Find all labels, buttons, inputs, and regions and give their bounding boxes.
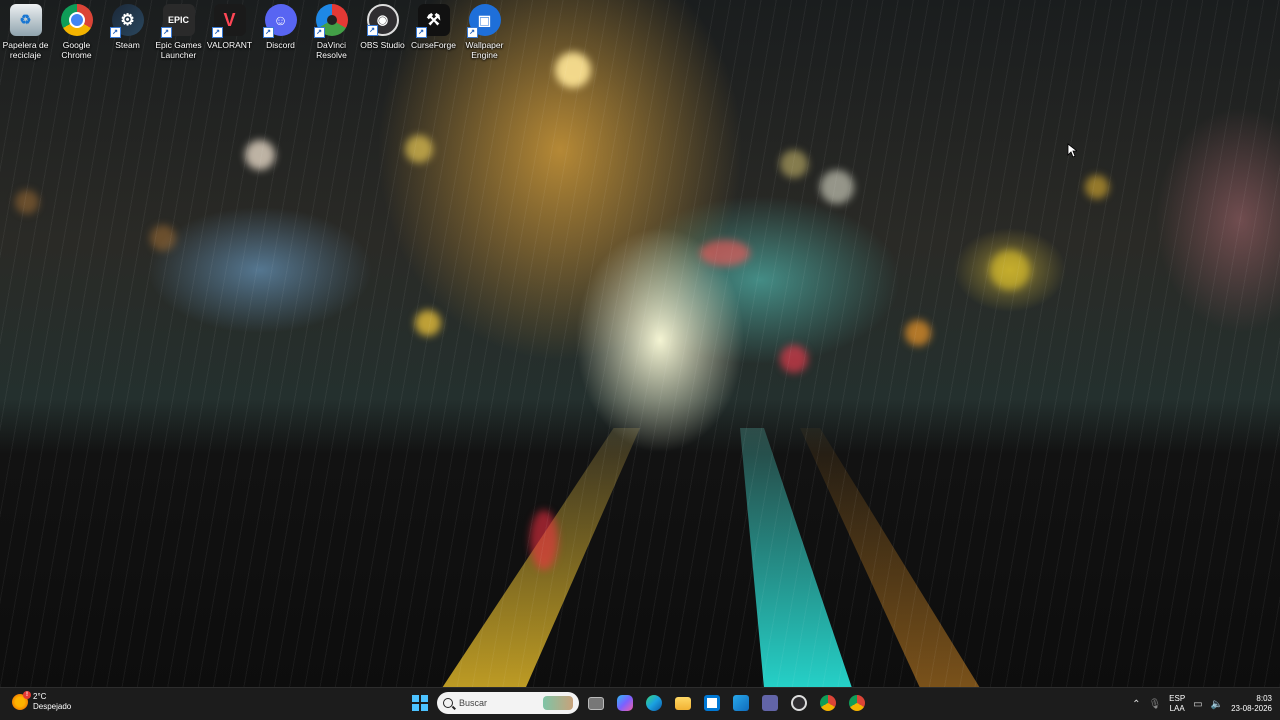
system-tray: ⌃ 🎙 ESP LAA ▭ 🔈 8:03 23-08-2026 (1132, 688, 1272, 720)
desktop-icon-label: Papelera de reciclaje (2, 40, 49, 60)
recycle-bin-icon: ♻ (9, 4, 42, 36)
desktop-icon-label: VALORANT (206, 40, 253, 50)
obs-taskbar-icon (791, 695, 807, 711)
epic-games-icon: EPIC ↗ (160, 4, 195, 38)
store-button[interactable] (700, 691, 724, 715)
outlook-button[interactable] (729, 691, 753, 715)
weather-widget[interactable]: ! 2°C Despejado (12, 691, 71, 712)
desktop-icon-valorant[interactable]: V ↗ VALORANT (204, 4, 255, 60)
desktop-wallpaper (0, 0, 1280, 688)
davinci-resolve-icon: ↗ (313, 4, 348, 38)
wallpaper-rain (0, 0, 1280, 688)
teams-button[interactable] (758, 691, 782, 715)
obs-icon: ◉ ↗ (366, 4, 399, 36)
task-view-icon (588, 696, 604, 710)
task-view-button[interactable] (584, 691, 608, 715)
shortcut-arrow-icon: ↗ (109, 27, 121, 38)
desktop-icon-recycle-bin[interactable]: ♻ Papelera de reciclaje (0, 4, 51, 60)
teams-icon (762, 695, 778, 711)
desktop-icon-epic-games[interactable]: EPIC ↗ Epic Games Launcher (153, 4, 204, 60)
desktop-icon-label: Epic Games Launcher (155, 40, 202, 60)
clock[interactable]: 8:03 23-08-2026 (1231, 694, 1272, 714)
desktop-icon-discord[interactable]: ☺ ↗ Discord (255, 4, 306, 60)
discord-icon: ☺ ↗ (262, 4, 297, 38)
mouse-pointer-icon (1067, 143, 1077, 158)
clock-time: 8:03 (1256, 694, 1272, 703)
file-explorer-icon (675, 696, 691, 710)
desktop-icon-label: Google Chrome (61, 40, 92, 60)
desktop-icon-label: DaVinci Resolve (316, 40, 347, 60)
obs-taskbar-button[interactable] (787, 691, 811, 715)
taskbar-center: Buscar (408, 690, 869, 716)
chrome-profile-taskbar-button[interactable] (845, 691, 869, 715)
shortcut-arrow-icon: ↗ (366, 25, 378, 36)
search-highlight-image (543, 696, 573, 710)
search-icon (443, 698, 453, 708)
shortcut-arrow-icon: ↗ (211, 27, 223, 38)
language-code: ESP (1169, 694, 1186, 703)
desktop-icon-label: Steam (115, 40, 140, 50)
valorant-icon: V ↗ (211, 4, 246, 38)
taskbar: ! 2°C Despejado Buscar ⌃ 🎙 ESP LAA ▭ 🔈 8… (0, 687, 1280, 720)
file-explorer-button[interactable] (671, 691, 695, 715)
wallpaper-engine-icon: ▣ ↗ (466, 4, 501, 38)
network-icon[interactable]: ▭ (1193, 699, 1202, 710)
weather-condition: Despejado (33, 702, 72, 711)
desktop-icon-label: Discord (266, 40, 295, 50)
copilot-icon (617, 695, 633, 711)
shortcut-arrow-icon: ↗ (313, 27, 325, 38)
steam-icon: ⚙ ↗ (109, 4, 144, 38)
outlook-icon (733, 695, 749, 711)
weather-alert-badge: ! (23, 691, 31, 699)
clock-date: 23-08-2026 (1231, 704, 1272, 713)
desktop-icon-google-chrome[interactable]: Google Chrome (51, 4, 102, 60)
chrome-profile-taskbar-icon (849, 695, 865, 711)
keyboard-layout-code: LAA (1169, 704, 1185, 713)
weather-temperature: 2°C (33, 692, 47, 701)
desktop-icon-curseforge[interactable]: ⚒ ↗ CurseForge (408, 4, 459, 60)
search-placeholder: Buscar (459, 698, 488, 708)
desktop-icon-label: CurseForge (411, 40, 456, 50)
chrome-taskbar-button[interactable] (816, 691, 840, 715)
chrome-taskbar-icon (820, 695, 836, 711)
edge-icon (646, 695, 662, 711)
desktop-icon-steam[interactable]: ⚙ ↗ Steam (102, 4, 153, 60)
desktop-icon-label: Wallpaper Engine (465, 40, 504, 60)
store-icon (704, 695, 720, 711)
shortcut-arrow-icon: ↗ (415, 27, 427, 38)
show-hidden-icons-chevron-icon[interactable]: ⌃ (1132, 699, 1140, 710)
shortcut-arrow-icon: ↗ (466, 27, 478, 38)
desktop-icon-obs-studio[interactable]: ◉ ↗ OBS Studio (357, 4, 408, 60)
shortcut-arrow-icon: ↗ (160, 27, 172, 38)
start-button[interactable] (408, 691, 432, 715)
curseforge-icon: ⚒ ↗ (415, 4, 450, 38)
weather-sun-icon: ! (12, 691, 31, 710)
copilot-button[interactable] (613, 691, 637, 715)
edge-button[interactable] (642, 691, 666, 715)
desktop-icon-label: OBS Studio (360, 40, 405, 50)
desktop-icon-wallpaper-engine[interactable]: ▣ ↗ Wallpaper Engine (459, 4, 510, 60)
windows-logo-icon (412, 695, 428, 711)
volume-icon[interactable]: 🔈 (1211, 699, 1223, 710)
chrome-icon (60, 4, 93, 36)
taskbar-search-box[interactable]: Buscar (437, 692, 579, 714)
weather-text: 2°C Despejado (33, 692, 71, 712)
input-language-indicator[interactable]: ESP LAA (1169, 694, 1185, 714)
shortcut-arrow-icon: ↗ (262, 27, 274, 38)
microphone-icon[interactable]: 🎙 (1148, 699, 1161, 710)
desktop-icon-grid: ♻ Papelera de reciclaje Google Chrome ⚙ ↗… (0, 4, 510, 60)
desktop-icon-davinci-resolve[interactable]: ↗ DaVinci Resolve (306, 4, 357, 60)
